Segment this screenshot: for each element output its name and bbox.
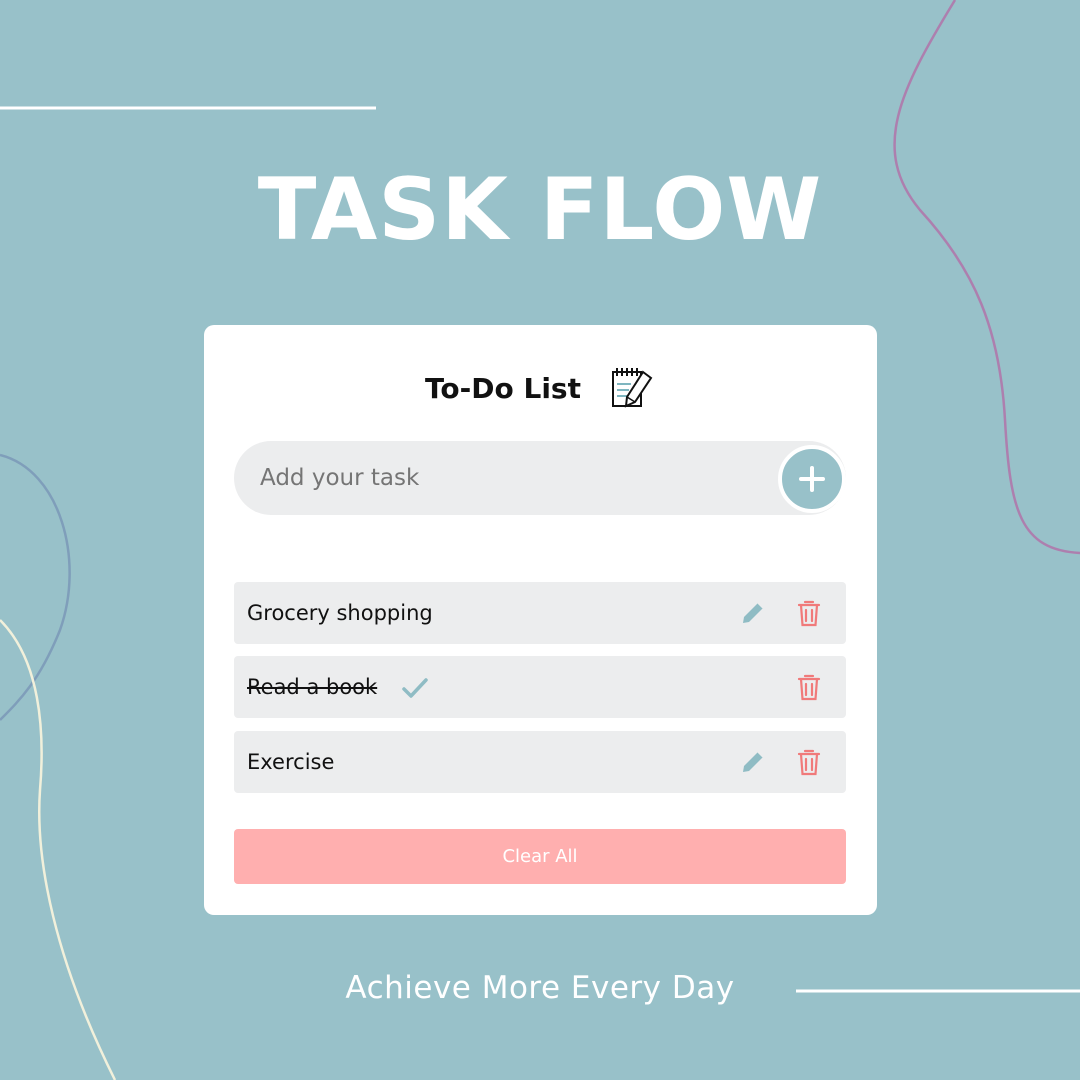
task-text: Exercise bbox=[247, 750, 335, 774]
plus-icon bbox=[799, 466, 825, 492]
task-row[interactable]: Grocery shopping bbox=[234, 582, 846, 644]
task-row[interactable]: Read a book bbox=[234, 656, 846, 718]
pencil-icon[interactable] bbox=[739, 748, 767, 776]
app-title: TASK FLOW bbox=[257, 160, 823, 260]
pencil-icon[interactable] bbox=[739, 599, 767, 627]
task-row[interactable]: Exercise bbox=[234, 731, 846, 793]
card-header: To-Do List bbox=[0, 360, 1080, 416]
task-text: Read a book bbox=[247, 675, 378, 699]
clear-all-button[interactable]: Clear All bbox=[234, 829, 846, 884]
trash-icon[interactable] bbox=[795, 598, 823, 628]
task-input-container bbox=[234, 441, 846, 515]
card-title: To-Do List bbox=[425, 371, 581, 405]
notepad-pencil-icon bbox=[611, 368, 653, 408]
task-input[interactable] bbox=[260, 441, 760, 515]
check-icon bbox=[402, 678, 428, 698]
task-text: Grocery shopping bbox=[247, 601, 433, 625]
trash-icon[interactable] bbox=[795, 672, 823, 702]
tagline: Achieve More Every Day bbox=[345, 970, 735, 1006]
add-task-button[interactable] bbox=[778, 445, 846, 513]
trash-icon[interactable] bbox=[795, 747, 823, 777]
